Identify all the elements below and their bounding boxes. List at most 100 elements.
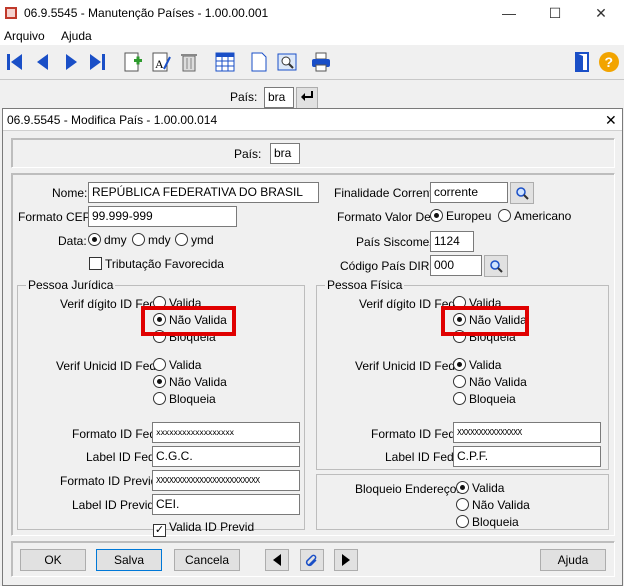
pf-verif-highlight [441,306,529,336]
first-record-icon[interactable] [4,51,26,73]
pj-valida-previd-checkbox[interactable]: ✓ Valida ID Previd [153,520,254,537]
svg-text:?: ? [605,54,614,70]
salva-button[interactable]: Salva [96,549,162,571]
pf-unicid-naovalida-radio[interactable]: Não Valida [453,375,527,391]
minimize-button[interactable]: — [486,0,532,27]
pj-label-fed-label: Label ID Fed: [86,450,159,464]
dirf-label: Código País DIRF: [340,259,441,273]
print-icon[interactable] [310,51,332,73]
data-mdy-radio[interactable]: mdy [132,233,171,249]
pj-formato-previd-label: Formato ID Previd: [60,474,161,488]
dirf-search-button[interactable] [484,255,508,277]
background-pais-label: País: [230,90,258,104]
data-ymd-radio[interactable]: ymd [175,233,214,249]
delete-icon[interactable] [178,51,200,73]
dialog-titlebar: 06.9.5545 - Modifica País - 1.00.00.014 … [3,109,622,131]
maximize-button[interactable]: ☐ [532,0,578,27]
data-label: Data: [58,234,87,248]
menu-arquivo[interactable]: Arquivo [4,29,45,43]
pj-unicid-naovalida-radio[interactable]: Não Valida [153,375,227,391]
cep-input[interactable]: 99.999-999 [88,206,237,227]
pessoa-juridica-group: Pessoa Jurídica Verif dígito ID Fed: Val… [17,278,305,537]
zoom-icon[interactable] [276,51,298,73]
pj-unicid-label: Verif Unicid ID Fed: [56,359,160,373]
window-title: 06.9.5545 - Manutenção Países - 1.00.00.… [24,6,269,20]
siscomex-label: País Siscomex: [356,235,439,249]
pais-input[interactable]: bra [270,143,300,164]
button-bar: OK Salva Cancela Ajuda [11,541,615,577]
prev-button[interactable] [265,549,289,571]
pf-label-fed-input[interactable]: C.P.F. [453,446,601,467]
pais-panel: País: bra [11,138,615,168]
bloqueio-endereco-group: Bloqueio Endereço: Valida Não Valida Blo… [316,474,609,530]
add-icon[interactable] [122,51,144,73]
bloqueio-bloqueia-radio[interactable]: Bloqueia [456,515,519,531]
finalidade-input[interactable]: corrente [430,182,508,203]
pf-unicid-bloqueia-radio[interactable]: Bloqueia [453,392,516,408]
modify-country-dialog: 06.9.5545 - Modifica País - 1.00.00.014 … [2,108,623,586]
pf-label-fed-label: Label ID Fed: [385,450,458,464]
pj-label-previd-label: Label ID Previd: [72,498,158,512]
ok-button[interactable]: OK [20,549,86,571]
pessoa-fisica-group: Pessoa Física Verif dígito ID Fed: Valid… [316,278,609,470]
pf-unicid-label: Verif Unicid ID Fed: [355,359,459,373]
enter-icon [301,91,313,101]
pessoa-juridica-title: Pessoa Jurídica [26,278,116,292]
pf-unicid-valida-radio[interactable]: Valida [453,358,501,374]
main-titlebar: 06.9.5545 - Manutenção Países - 1.00.00.… [0,0,624,27]
background-enter-button[interactable] [296,87,318,109]
ajuda-button[interactable]: Ajuda [540,549,606,571]
data-dmy-radio[interactable]: dmy [88,233,127,249]
next-record-icon[interactable] [60,51,82,73]
document-icon[interactable] [248,51,270,73]
grid-icon[interactable] [214,51,236,73]
pj-label-fed-input[interactable]: C.G.C. [152,446,300,467]
bloqueio-valida-radio[interactable]: Valida [456,481,504,497]
attachment-button[interactable] [300,549,324,571]
pais-label: País: [234,147,262,161]
search-icon [516,187,529,200]
app-icon [5,7,17,19]
nome-input[interactable]: REPÚBLICA FEDERATIVA DO BRASIL [88,182,319,203]
last-record-icon[interactable] [86,51,108,73]
help-icon[interactable]: ? [598,51,620,73]
dialog-close-button[interactable]: ✕ [605,112,617,129]
pj-formato-fed-input[interactable]: xxxxxxxxxxxxxxxxxx [152,422,300,443]
close-button[interactable]: ✕ [578,0,624,27]
svg-text:A: A [155,57,164,71]
toolbar: A ? [0,46,624,80]
bloqueio-label: Bloqueio Endereço: [355,482,460,496]
pj-verif-highlight [141,306,236,336]
bloqueio-naovalida-radio[interactable]: Não Valida [456,498,530,514]
background-pais-input[interactable]: bra [264,87,294,108]
next-button[interactable] [334,549,358,571]
edit-icon[interactable]: A [150,51,172,73]
pessoa-fisica-title: Pessoa Física [325,278,405,292]
dialog-title: 06.9.5545 - Modifica País - 1.00.00.014 [7,113,218,127]
siscomex-input[interactable]: 1124 [430,231,474,252]
exit-icon[interactable] [572,51,594,73]
dirf-input[interactable]: 000 [430,255,482,276]
tributacao-checkbox[interactable]: Tributação Favorecida [89,257,224,273]
background-pais-row: País: bra [0,82,624,109]
right-arrow-icon [342,554,350,566]
search-icon [490,260,503,273]
finalidade-search-button[interactable] [510,182,534,204]
pj-unicid-valida-radio[interactable]: Valida [153,358,201,374]
pf-formato-fed-input[interactable]: XXXXXXXXXXXXXXX [453,422,601,443]
menu-ajuda[interactable]: Ajuda [61,29,92,43]
formato-dec-label: Formato Valor Dec: [337,210,441,224]
paperclip-icon [305,554,317,567]
main-panel: Nome: REPÚBLICA FEDERATIVA DO BRASIL For… [11,173,615,537]
americano-radio[interactable]: Americano [498,209,571,225]
pj-formato-previd-input[interactable]: XXXXXXXXXXXXXXXXXXXXXXXX [152,470,300,491]
pj-label-previd-input[interactable]: CEI. [152,494,300,515]
prev-record-icon[interactable] [32,51,54,73]
pj-unicid-bloqueia-radio[interactable]: Bloqueia [153,392,216,408]
cancela-button[interactable]: Cancela [174,549,240,571]
pf-formato-fed-label: Formato ID Fed: [371,427,459,441]
europeu-radio[interactable]: Europeu [430,209,491,225]
cep-label: Formato CEP: [18,210,95,224]
nome-label: Nome: [52,186,88,200]
left-arrow-icon [273,554,281,566]
